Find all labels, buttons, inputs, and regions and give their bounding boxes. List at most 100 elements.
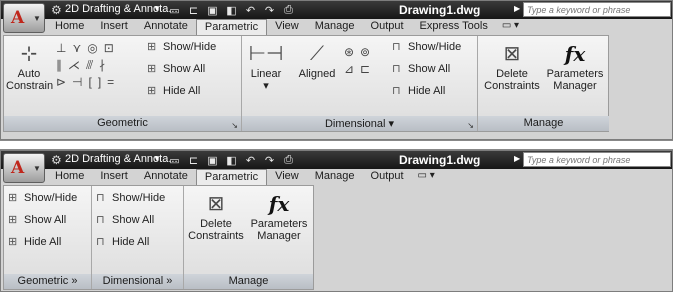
new-icon[interactable]: ▭	[167, 4, 182, 17]
document-title: Drawing1.dwg	[399, 153, 481, 167]
tab-annotate[interactable]: Annotate	[136, 19, 196, 35]
show-hide-icon: ⊓	[392, 41, 401, 53]
aligned-button[interactable]: ⟋ Aligned	[294, 42, 340, 80]
title-bar: ⚙ 2D Drafting & Annota... ▼ ▭ ⊏ ▣ ◧ ↶ ↷ …	[1, 151, 672, 169]
open-icon[interactable]: ⊏	[186, 4, 201, 17]
chevron-down-icon[interactable]: ▼	[153, 154, 161, 163]
dim-hide-all-button[interactable]: ⊓ Hide All	[392, 84, 445, 101]
open-icon[interactable]: ⊏	[186, 154, 201, 167]
dim-show-all-button[interactable]: ⊓ Show All	[96, 213, 154, 230]
hide-all-icon: ⊞	[8, 236, 18, 248]
constraint-row-1[interactable]: ⊥⋎◎⊡	[56, 40, 120, 57]
geo-show-hide-button[interactable]: ⊞ Show/Hide	[8, 191, 77, 208]
delete-constraints-button[interactable]: ⊠ Delete Constraints	[482, 42, 542, 92]
document-title: Drawing1.dwg	[399, 3, 481, 17]
geometric-label: Geometric	[97, 117, 148, 129]
dimensional-tools[interactable]: ⊛⊚ ⊿⊏	[344, 44, 376, 78]
dim-show-hide-label: Show/Hide	[112, 192, 166, 204]
tab-home[interactable]: Home	[47, 169, 92, 185]
dim-show-hide-label: Show/Hide	[408, 41, 462, 53]
minimize-ribbon-icon[interactable]: ▭ ▾	[412, 169, 443, 185]
dim-hide-all-button[interactable]: ⊓ Hide All	[96, 235, 149, 252]
geo-show-all-button[interactable]: ⊞ Show All	[8, 213, 66, 230]
tab-manage[interactable]: Manage	[307, 169, 363, 185]
geometric-constraint-tools[interactable]: ⊥⋎◎⊡ ∥⋌⫻∤ ⊳⊣[]=	[56, 40, 120, 91]
save-as-icon[interactable]: ◧	[224, 4, 239, 17]
tab-home[interactable]: Home	[47, 19, 92, 35]
parameters-manager-button[interactable]: fx Parameters Manager	[248, 192, 310, 242]
constraint-row-3[interactable]: ⊳⊣[]=	[56, 74, 120, 91]
autocad-window-full: ⚙ 2D Drafting & Annota... ▼ ▭ ⊏ ▣ ◧ ↶ ↷ …	[0, 0, 673, 140]
print-icon[interactable]: ⎙	[281, 4, 296, 17]
dim-row-2[interactable]: ⊿⊏	[344, 61, 376, 78]
tab-insert[interactable]: Insert	[92, 19, 136, 35]
geo-show-hide-button[interactable]: ⊞ Show/Hide	[147, 40, 216, 57]
application-menu-button[interactable]: A ▼	[3, 153, 45, 183]
fx-icon: fx	[268, 192, 290, 216]
chevron-down-icon[interactable]: ▼	[153, 4, 161, 13]
tab-insert[interactable]: Insert	[92, 169, 136, 185]
panel-geometric: ⊞ Show/Hide ⊞ Show All ⊞ Hide All Geometric…	[4, 186, 92, 289]
dialog-launcher-icon[interactable]: ↘	[231, 121, 238, 130]
undo-icon[interactable]: ↶	[243, 154, 258, 167]
save-icon[interactable]: ▣	[205, 4, 220, 17]
tab-view[interactable]: View	[267, 169, 307, 185]
linear-button[interactable]: ⊢⊣ Linear ▾	[246, 42, 286, 92]
new-icon[interactable]: ▭	[167, 154, 182, 167]
search-input[interactable]	[523, 152, 671, 167]
geo-show-all-label: Show All	[24, 214, 67, 226]
linear-dimension-icon: ⊢⊣	[248, 43, 284, 65]
tab-express-tools[interactable]: Express Tools	[412, 19, 496, 35]
auto-constrain-button[interactable]: ⊹ Auto Constrain	[6, 42, 53, 92]
redo-icon[interactable]: ↷	[262, 154, 277, 167]
minimize-ribbon-icon[interactable]: ▭ ▾	[496, 19, 527, 35]
manage-label: Manage	[523, 117, 564, 129]
hide-all-icon: ⊓	[392, 85, 401, 97]
params-label-2: Manager	[553, 80, 597, 92]
geo-show-all-button[interactable]: ⊞ Show All	[147, 62, 205, 79]
constraint-row-2[interactable]: ∥⋌⫻∤	[56, 57, 120, 74]
geo-hide-all-button[interactable]: ⊞ Hide All	[8, 235, 61, 252]
tab-view[interactable]: View	[267, 19, 307, 35]
dim-show-hide-button[interactable]: ⊓ Show/Hide	[96, 191, 165, 208]
redo-icon[interactable]: ↷	[262, 4, 277, 17]
tab-manage[interactable]: Manage	[307, 19, 363, 35]
aligned-label: Aligned	[298, 68, 336, 80]
dim-show-all-label: Show All	[408, 63, 451, 75]
aligned-dimension-icon: ⟋	[310, 43, 324, 65]
title-bar: ⚙ 2D Drafting & Annota... ▼ ▭ ⊏ ▣ ◧ ↶ ↷ …	[1, 1, 672, 19]
gear-icon[interactable]: ⚙	[51, 3, 62, 17]
params-label-1: Parameters	[250, 218, 308, 230]
application-menu-button[interactable]: A ▼	[3, 3, 45, 33]
dialog-launcher-icon[interactable]: ↘	[467, 121, 474, 130]
triangle-right-icon: ▶	[514, 4, 521, 13]
dim-row-1[interactable]: ⊛⊚	[344, 44, 376, 61]
tab-parametric[interactable]: Parametric	[195, 19, 268, 35]
quick-access-toolbar: ▭ ⊏ ▣ ◧ ↶ ↷ ⎙	[167, 152, 296, 168]
show-hide-icon: ⊞	[147, 41, 157, 53]
gear-icon[interactable]: ⚙	[51, 153, 62, 167]
show-all-icon: ⊓	[392, 63, 401, 75]
delete-constraints-button[interactable]: ⊠ Delete Constraints	[186, 192, 246, 242]
save-icon[interactable]: ▣	[205, 154, 220, 167]
undo-icon[interactable]: ↶	[243, 4, 258, 17]
print-icon[interactable]: ⎙	[281, 154, 296, 167]
parameters-manager-button[interactable]: fx Parameters Manager	[544, 42, 606, 92]
tab-output[interactable]: Output	[363, 169, 412, 185]
tab-annotate[interactable]: Annotate	[136, 169, 196, 185]
dim-show-hide-button[interactable]: ⊓ Show/Hide	[392, 40, 461, 57]
panel-label-dimensional[interactable]: Dimensional ▾ ↘	[242, 116, 477, 131]
panel-label-geometric[interactable]: Geometric ↘	[4, 116, 241, 131]
command-line-strip[interactable]	[0, 140, 673, 150]
save-as-icon[interactable]: ◧	[224, 154, 239, 167]
tab-parametric[interactable]: Parametric	[195, 169, 268, 185]
ribbon-panel-area: ⊞ Show/Hide ⊞ Show All ⊞ Hide All Geometric…	[3, 185, 314, 290]
tab-output[interactable]: Output	[363, 19, 412, 35]
panel-label-dimensional[interactable]: Dimensional »	[92, 274, 183, 289]
panel-manage: ⊠ Delete Constraints fx Parameters Manag…	[478, 36, 609, 131]
geo-show-hide-label: Show/Hide	[163, 41, 217, 53]
search-input[interactable]	[523, 2, 671, 17]
panel-label-geometric[interactable]: Geometric »	[4, 274, 91, 289]
dim-show-all-button[interactable]: ⊓ Show All	[392, 62, 450, 79]
geo-hide-all-button[interactable]: ⊞ Hide All	[147, 84, 200, 101]
